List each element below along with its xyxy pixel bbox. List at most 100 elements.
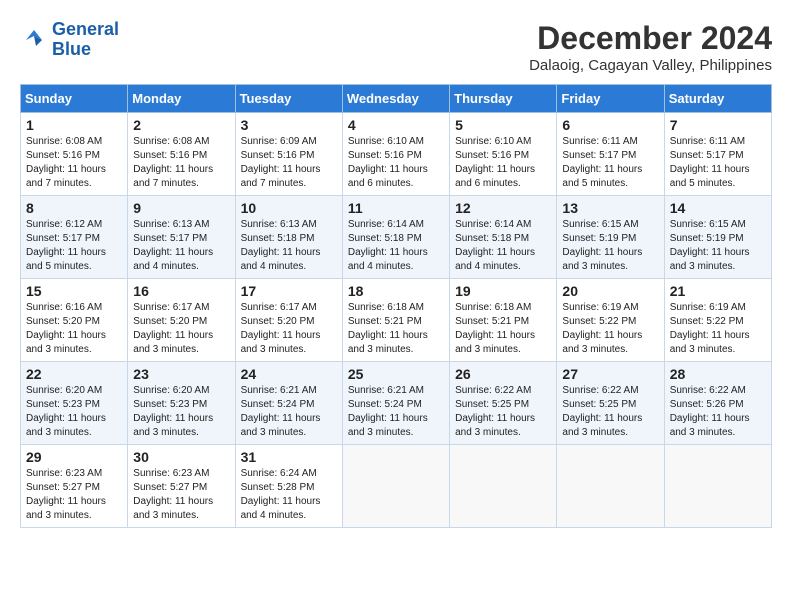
day-info: Sunrise: 6:17 AM Sunset: 5:20 PM Dayligh… [133,301,229,357]
calendar-cell: 29 Sunrise: 6:23 AM Sunset: 5:27 PM Dayli… [21,445,128,528]
day-number: 20 [562,283,658,299]
day-info: Sunrise: 6:11 AM Sunset: 5:17 PM Dayligh… [562,135,658,191]
day-number: 3 [241,117,337,133]
calendar-cell: 12 Sunrise: 6:14 AM Sunset: 5:18 PM Dayli… [450,196,557,279]
title-block: December 2024 Dalaoig, Cagayan Valley, P… [529,20,772,74]
calendar-cell: 22 Sunrise: 6:20 AM Sunset: 5:23 PM Dayli… [21,362,128,445]
day-number: 25 [348,366,444,382]
page-header: GeneralBlue December 2024 Dalaoig, Cagay… [20,20,772,74]
day-number: 26 [455,366,551,382]
calendar-cell: 3 Sunrise: 6:09 AM Sunset: 5:16 PM Daylig… [235,113,342,196]
day-info: Sunrise: 6:21 AM Sunset: 5:24 PM Dayligh… [241,384,337,440]
day-info: Sunrise: 6:19 AM Sunset: 5:22 PM Dayligh… [670,301,766,357]
logo: GeneralBlue [20,20,119,60]
day-number: 17 [241,283,337,299]
day-number: 10 [241,200,337,216]
month-title: December 2024 [529,20,772,57]
col-header-sunday: Sunday [21,85,128,113]
day-info: Sunrise: 6:08 AM Sunset: 5:16 PM Dayligh… [26,135,122,191]
day-info: Sunrise: 6:21 AM Sunset: 5:24 PM Dayligh… [348,384,444,440]
day-info: Sunrise: 6:22 AM Sunset: 5:25 PM Dayligh… [562,384,658,440]
day-info: Sunrise: 6:09 AM Sunset: 5:16 PM Dayligh… [241,135,337,191]
day-info: Sunrise: 6:08 AM Sunset: 5:16 PM Dayligh… [133,135,229,191]
calendar-cell: 1 Sunrise: 6:08 AM Sunset: 5:16 PM Daylig… [21,113,128,196]
day-info: Sunrise: 6:11 AM Sunset: 5:17 PM Dayligh… [670,135,766,191]
day-info: Sunrise: 6:22 AM Sunset: 5:26 PM Dayligh… [670,384,766,440]
day-info: Sunrise: 6:23 AM Sunset: 5:27 PM Dayligh… [26,467,122,523]
day-info: Sunrise: 6:12 AM Sunset: 5:17 PM Dayligh… [26,218,122,274]
day-info: Sunrise: 6:20 AM Sunset: 5:23 PM Dayligh… [133,384,229,440]
day-info: Sunrise: 6:14 AM Sunset: 5:18 PM Dayligh… [348,218,444,274]
calendar-cell: 27Sunrise: 6:22 AM Sunset: 5:25 PM Dayli… [557,362,664,445]
calendar-cell: 15 Sunrise: 6:16 AM Sunset: 5:20 PM Dayli… [21,279,128,362]
col-header-tuesday: Tuesday [235,85,342,113]
calendar-cell: 21 Sunrise: 6:19 AM Sunset: 5:22 PM Dayli… [664,279,771,362]
day-number: 13 [562,200,658,216]
day-number: 29 [26,449,122,465]
col-header-thursday: Thursday [450,85,557,113]
calendar-cell: 11 Sunrise: 6:14 AM Sunset: 5:18 PM Dayli… [342,196,449,279]
day-info: Sunrise: 6:13 AM Sunset: 5:17 PM Dayligh… [133,218,229,274]
day-info: Sunrise: 6:18 AM Sunset: 5:21 PM Dayligh… [348,301,444,357]
calendar-cell: 17 Sunrise: 6:17 AM Sunset: 5:20 PM Dayli… [235,279,342,362]
calendar-cell: 4 Sunrise: 6:10 AM Sunset: 5:16 PM Daylig… [342,113,449,196]
day-info: Sunrise: 6:15 AM Sunset: 5:19 PM Dayligh… [562,218,658,274]
col-header-friday: Friday [557,85,664,113]
day-info: Sunrise: 6:24 AM Sunset: 5:28 PM Dayligh… [241,467,337,523]
day-number: 30 [133,449,229,465]
day-info: Sunrise: 6:15 AM Sunset: 5:19 PM Dayligh… [670,218,766,274]
location: Dalaoig, Cagayan Valley, Philippines [529,57,772,74]
calendar-table: SundayMondayTuesdayWednesdayThursdayFrid… [20,84,772,528]
calendar-cell [342,445,449,528]
day-info: Sunrise: 6:16 AM Sunset: 5:20 PM Dayligh… [26,301,122,357]
day-number: 4 [348,117,444,133]
day-number: 11 [348,200,444,216]
day-number: 31 [241,449,337,465]
day-info: Sunrise: 6:10 AM Sunset: 5:16 PM Dayligh… [348,135,444,191]
day-info: Sunrise: 6:19 AM Sunset: 5:22 PM Dayligh… [562,301,658,357]
calendar-cell [557,445,664,528]
day-number: 12 [455,200,551,216]
day-info: Sunrise: 6:10 AM Sunset: 5:16 PM Dayligh… [455,135,551,191]
calendar-week-5: 29 Sunrise: 6:23 AM Sunset: 5:27 PM Dayli… [21,445,772,528]
calendar-week-3: 15 Sunrise: 6:16 AM Sunset: 5:20 PM Dayli… [21,279,772,362]
day-number: 15 [26,283,122,299]
day-number: 24 [241,366,337,382]
day-info: Sunrise: 6:14 AM Sunset: 5:18 PM Dayligh… [455,218,551,274]
day-number: 16 [133,283,229,299]
calendar-cell: 5Sunrise: 6:10 AM Sunset: 5:16 PM Daylig… [450,113,557,196]
calendar-cell: 13 Sunrise: 6:15 AM Sunset: 5:19 PM Dayli… [557,196,664,279]
day-number: 8 [26,200,122,216]
calendar-week-4: 22 Sunrise: 6:20 AM Sunset: 5:23 PM Dayli… [21,362,772,445]
calendar-cell: 16 Sunrise: 6:17 AM Sunset: 5:20 PM Dayli… [128,279,235,362]
calendar-cell: 20 Sunrise: 6:19 AM Sunset: 5:22 PM Dayli… [557,279,664,362]
day-number: 19 [455,283,551,299]
day-number: 6 [562,117,658,133]
day-number: 22 [26,366,122,382]
calendar-cell: 26 Sunrise: 6:22 AM Sunset: 5:25 PM Dayli… [450,362,557,445]
logo-bird-icon [20,26,48,54]
calendar-header: SundayMondayTuesdayWednesdayThursdayFrid… [21,85,772,113]
day-info: Sunrise: 6:17 AM Sunset: 5:20 PM Dayligh… [241,301,337,357]
day-number: 23 [133,366,229,382]
day-info: Sunrise: 6:20 AM Sunset: 5:23 PM Dayligh… [26,384,122,440]
day-info: Sunrise: 6:18 AM Sunset: 5:21 PM Dayligh… [455,301,551,357]
calendar-cell: 28Sunrise: 6:22 AM Sunset: 5:26 PM Dayli… [664,362,771,445]
calendar-cell: 2 Sunrise: 6:08 AM Sunset: 5:16 PM Daylig… [128,113,235,196]
day-info: Sunrise: 6:22 AM Sunset: 5:25 PM Dayligh… [455,384,551,440]
calendar-cell: 18 Sunrise: 6:18 AM Sunset: 5:21 PM Dayli… [342,279,449,362]
calendar-cell: 24 Sunrise: 6:21 AM Sunset: 5:24 PM Dayli… [235,362,342,445]
calendar-cell: 30Sunrise: 6:23 AM Sunset: 5:27 PM Dayli… [128,445,235,528]
calendar-week-2: 8 Sunrise: 6:12 AM Sunset: 5:17 PM Daylig… [21,196,772,279]
logo-text: GeneralBlue [52,20,119,60]
calendar-cell: 9Sunrise: 6:13 AM Sunset: 5:17 PM Daylig… [128,196,235,279]
day-number: 14 [670,200,766,216]
calendar-cell [450,445,557,528]
calendar-cell: 31 Sunrise: 6:24 AM Sunset: 5:28 PM Dayli… [235,445,342,528]
day-number: 1 [26,117,122,133]
day-number: 18 [348,283,444,299]
calendar-cell: 23 Sunrise: 6:20 AM Sunset: 5:23 PM Dayli… [128,362,235,445]
calendar-cell: 25 Sunrise: 6:21 AM Sunset: 5:24 PM Dayli… [342,362,449,445]
day-number: 2 [133,117,229,133]
day-number: 21 [670,283,766,299]
